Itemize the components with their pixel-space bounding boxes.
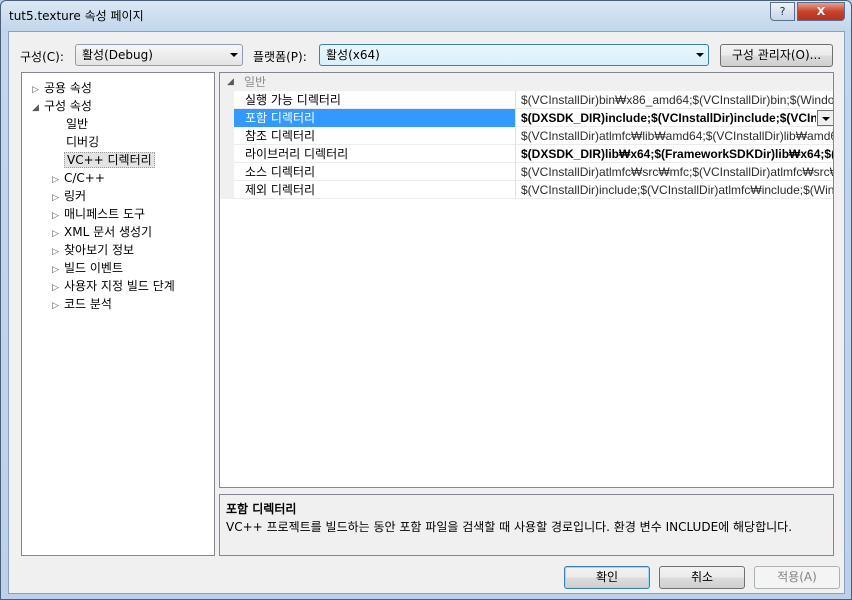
tree-node-label: 링커	[64, 189, 87, 203]
help-button[interactable]: ?	[770, 2, 795, 21]
triangle-right-icon[interactable]: ▷	[52, 297, 64, 315]
tree-node-build-events[interactable]: ▷ 빌드 이벤트	[52, 259, 123, 277]
property-name: 라이브러리 디렉터리	[234, 145, 516, 163]
property-name: 소스 디렉터리	[234, 163, 516, 181]
property-value[interactable]: $(VCInstallDir)atlmfc₩lib₩amd64;$(VCInst…	[517, 127, 833, 145]
tree-node-general[interactable]: 일반	[66, 115, 88, 133]
tree-node-common-properties[interactable]: ▷ 공용 속성	[32, 79, 92, 97]
property-name: 참조 디렉터리	[234, 127, 516, 145]
cancel-button[interactable]: 취소	[659, 566, 745, 589]
tree-node-custom-build-step[interactable]: ▷ 사용자 지정 빌드 단계	[52, 277, 175, 295]
tree-node-label: XML 문서 생성기	[64, 225, 153, 239]
triangle-down-icon[interactable]: ◢	[32, 99, 44, 117]
apply-button[interactable]: 적용(A)	[754, 566, 840, 589]
platform-dropdown-value: 활성(x64)	[326, 48, 380, 62]
title-bar[interactable]: tut5.texture 속성 페이지 ? X	[1, 1, 851, 31]
config-dropdown-value: 활성(Debug)	[82, 48, 153, 62]
config-manager-button[interactable]: 구성 관리자(O)...	[720, 44, 833, 67]
description-title: 포함 디렉터리	[226, 502, 297, 516]
description-text: VC++ 프로젝트를 빌드하는 동안 포함 파일을 검색할 때 사용할 경로입니…	[226, 520, 793, 534]
tree-node-linker[interactable]: ▷ 링커	[52, 187, 86, 205]
tree-node-manifest-tool[interactable]: ▷ 매니페스트 도구	[52, 205, 145, 223]
config-dropdown[interactable]: 활성(Debug)	[75, 44, 243, 66]
platform-dropdown[interactable]: 활성(x64)	[319, 44, 709, 66]
tree-node-label: 빌드 이벤트	[64, 261, 124, 275]
chevron-down-icon	[230, 53, 238, 57]
platform-label: 플랫폼(P):	[253, 50, 307, 64]
grid-row-exclude-dirs[interactable]: 제외 디렉터리 $(VCInstallDir)include;$(VCInsta…	[234, 181, 833, 199]
chevron-down-icon[interactable]	[817, 110, 833, 126]
grid-row-source-dirs[interactable]: 소스 디렉터리 $(VCInstallDir)atlmfc₩src₩mfc;$(…	[234, 163, 833, 181]
tree-node-label: 코드 분석	[64, 297, 112, 311]
property-grid[interactable]: ◢ 일반 실행 가능 디렉터리 $(VCInstallDir)bin₩x86_a…	[219, 72, 834, 488]
chevron-down-icon	[696, 53, 704, 57]
tree-node-label: 일반	[66, 117, 89, 131]
property-value[interactable]: $(VCInstallDir)bin₩x86_amd64;$(VCInstall…	[517, 91, 833, 109]
tree-node-label: 공용 속성	[44, 81, 92, 95]
tree-node-label: 매니페스트 도구	[64, 207, 146, 221]
ok-button[interactable]: 확인	[564, 566, 650, 589]
grid-row-reference-dirs[interactable]: 참조 디렉터리 $(VCInstallDir)atlmfc₩lib₩amd64;…	[234, 127, 833, 145]
grid-category-general[interactable]: ◢ 일반	[220, 73, 833, 91]
property-value[interactable]: $(DXSDK_DIR)lib₩x64;$(FrameworkSDKDir)li…	[517, 145, 833, 163]
tree-node-config-properties[interactable]: ◢ 구성 속성	[32, 97, 92, 115]
tree-node-label: VC++ 디렉터리	[64, 152, 155, 168]
property-pages-window: tut5.texture 속성 페이지 ? X 구성(C): 활성(Debug)…	[0, 0, 852, 600]
property-value[interactable]: $(VCInstallDir)atlmfc₩src₩mfc;$(VCInstal…	[517, 163, 833, 181]
dialog-client-area: 구성(C): 활성(Debug) 플랫폼(P): 활성(x64) 구성 관리자(…	[8, 31, 845, 594]
grid-gutter	[220, 91, 234, 199]
description-pane: 포함 디렉터리 VC++ 프로젝트를 빌드하는 동안 포함 파일을 검색할 때 …	[219, 494, 834, 556]
property-name: 제외 디렉터리	[234, 181, 516, 199]
property-value[interactable]: $(DXSDK_DIR)include;$(VCInstallDir)inclu…	[517, 109, 816, 127]
tree-node-code-analysis[interactable]: ▷ 코드 분석	[52, 295, 112, 313]
grid-row-include-dirs[interactable]: 포함 디렉터리 $(DXSDK_DIR)include;$(VCInstallD…	[234, 109, 833, 127]
tree-node-vc-directories[interactable]: VC++ 디렉터리	[64, 151, 155, 169]
tree-node-label: 구성 속성	[44, 99, 92, 113]
tree-node-label: C/C++	[64, 171, 105, 185]
close-button[interactable]: X	[797, 2, 845, 21]
tree-node-c-cpp[interactable]: ▷ C/C++	[52, 169, 105, 187]
tree-node-label: 디버깅	[66, 135, 100, 149]
grid-row-executable-dirs[interactable]: 실행 가능 디렉터리 $(VCInstallDir)bin₩x86_amd64;…	[234, 91, 833, 109]
triangle-down-icon[interactable]: ◢	[227, 73, 234, 91]
property-value[interactable]: $(VCInstallDir)include;$(VCInstallDir)at…	[517, 181, 833, 199]
tree-node-browse-info[interactable]: ▷ 찾아보기 정보	[52, 241, 134, 259]
tree-node-xml-doc-generator[interactable]: ▷ XML 문서 생성기	[52, 223, 152, 241]
config-label: 구성(C):	[20, 50, 64, 64]
window-title: tut5.texture 속성 페이지	[9, 9, 144, 23]
grid-category-label: 일반	[244, 75, 267, 89]
tree-node-debugging[interactable]: 디버깅	[66, 133, 99, 151]
tree-node-label: 사용자 지정 빌드 단계	[64, 279, 175, 293]
tree-node-label: 찾아보기 정보	[64, 243, 135, 257]
property-name: 실행 가능 디렉터리	[234, 91, 516, 109]
grid-row-library-dirs[interactable]: 라이브러리 디렉터리 $(DXSDK_DIR)lib₩x64;$(Framewo…	[234, 145, 833, 163]
property-name: 포함 디렉터리	[234, 109, 516, 127]
property-tree[interactable]: ▷ 공용 속성 ◢ 구성 속성 일반 디버깅 VC++ 디렉터리 ▷ C/C++ ▷ 링…	[21, 72, 215, 556]
